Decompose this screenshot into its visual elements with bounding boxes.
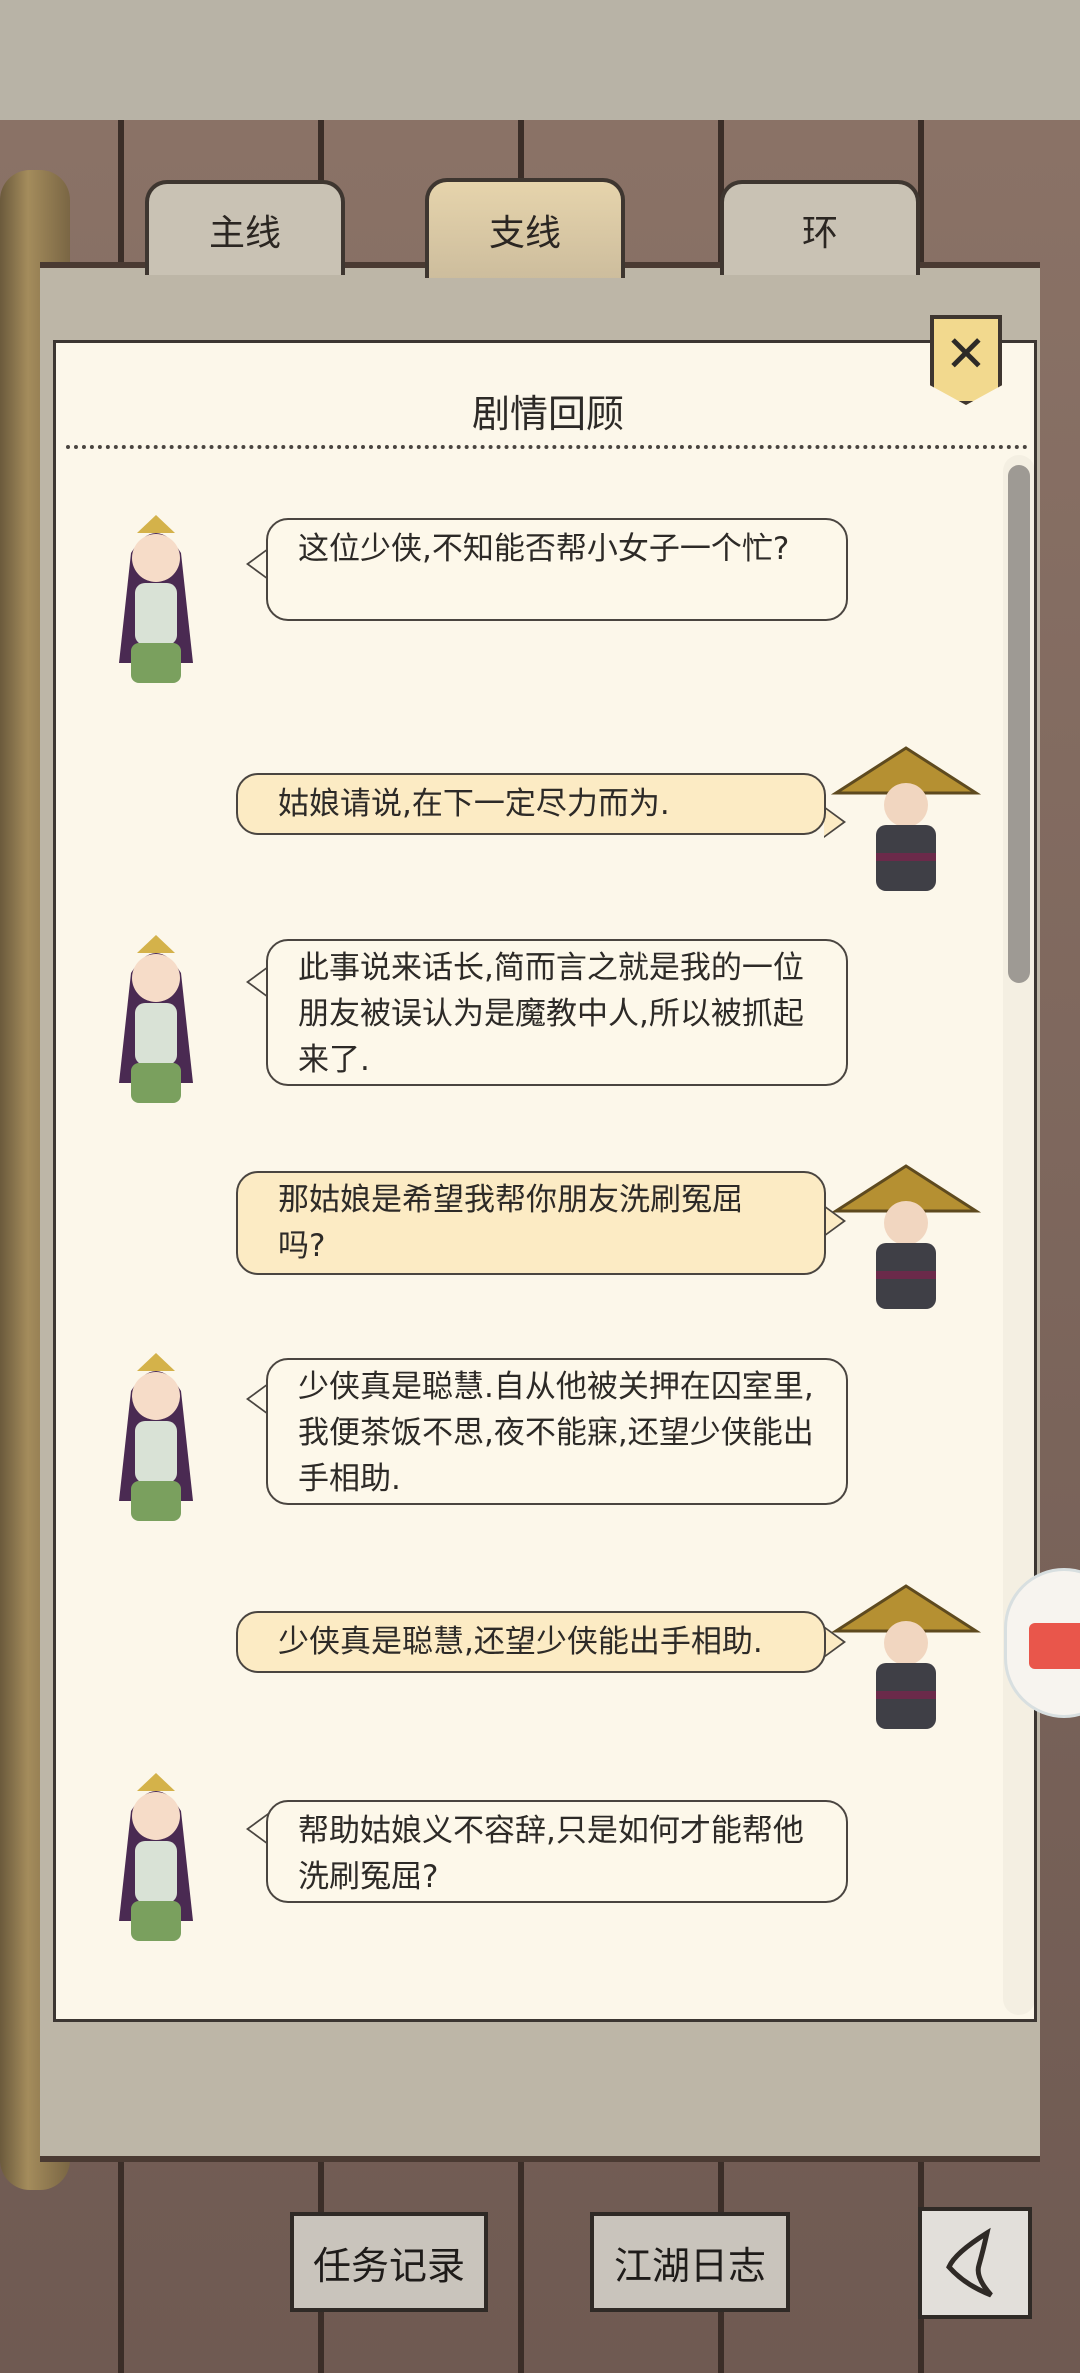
tab-side[interactable]: 支线 [425, 178, 625, 278]
jianghu-log-label: 江湖日志 [613, 2243, 766, 2288]
dialog-bubble: 那姑娘是希望我帮你朋友洗刷冤屈吗? [236, 1171, 826, 1275]
male-character-icon [830, 1164, 982, 1309]
dialog-bubble: 此事说来话长,简而言之就是我的一位朋友被误认为是魔教中人,所以被抓起来了. [266, 939, 848, 1086]
tab-ring-label: 环 [801, 212, 838, 254]
female-character-icon [119, 1773, 193, 1941]
status-bar [0, 0, 1080, 120]
female-character-icon [119, 1353, 193, 1521]
page-title: 剧情回顾 [471, 392, 624, 436]
close-icon: ✕ [945, 325, 987, 383]
scrollbar[interactable] [1008, 465, 1030, 983]
back-icon [946, 2227, 993, 2298]
male-character-icon [830, 1584, 982, 1729]
dialog-bubble: 少侠真是聪慧.自从他被关押在囚室里,我便茶饭不思,夜不能寐,还望少侠能出手相助. [266, 1358, 848, 1505]
tab-ring[interactable]: 环 [720, 180, 920, 275]
task-record-label: 任务记录 [312, 2243, 465, 2288]
female-character-icon [119, 515, 193, 683]
title-divider [66, 445, 1028, 449]
tab-main[interactable]: 主线 [145, 180, 345, 275]
female-character-icon [119, 935, 193, 1103]
back-button[interactable] [918, 2207, 1032, 2319]
dialog-bubble: 姑娘请说,在下一定尽力而为. [236, 773, 826, 835]
tab-side-label: 支线 [488, 213, 561, 254]
task-record-button[interactable]: 任务记录 [290, 2212, 488, 2312]
story-review-panel: 剧情回顾 这位少侠,不知能否帮小女子一个忙? 姑娘请说,在下一定尽力而为. 此事… [53, 340, 1037, 2022]
dialog-bubble: 帮助姑娘义不容辞,只是如何才能帮他洗刷冤屈? [266, 1800, 848, 1903]
dialog-bubble: 少侠真是聪慧,还望少侠能出手相助. [236, 1611, 826, 1673]
dialog-bubble: 这位少侠,不知能否帮小女子一个忙? [266, 518, 848, 621]
jianghu-log-button[interactable]: 江湖日志 [590, 2212, 790, 2312]
tab-main-label: 主线 [208, 212, 281, 254]
app-logo-icon [1029, 1623, 1080, 1669]
male-character-icon [830, 746, 982, 891]
